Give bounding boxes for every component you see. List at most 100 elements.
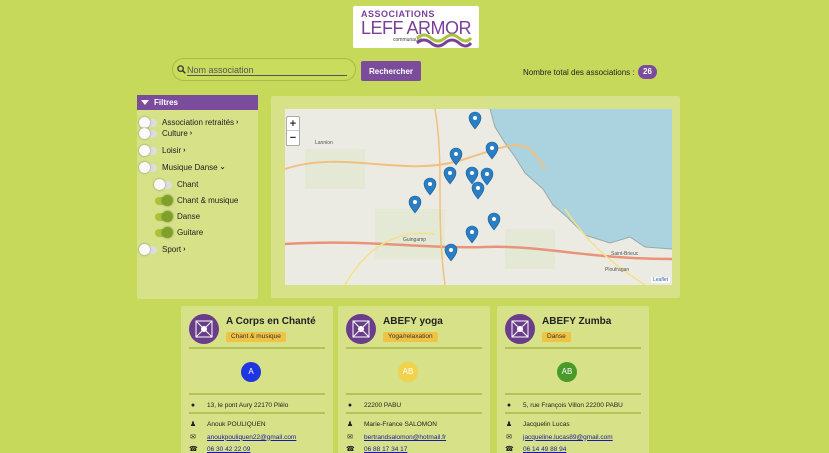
- map-marker-icon[interactable]: [444, 243, 458, 262]
- filter-toggle[interactable]: [155, 195, 173, 206]
- map-view[interactable]: Lannion Guingamp Saint-Brieuc Ploufragan: [285, 109, 672, 285]
- location-pin-icon: ●: [190, 402, 196, 409]
- map-marker-icon[interactable]: [443, 166, 457, 185]
- association-card: A Corps en Chanté Chant & musique A ● 13, le…: [181, 306, 333, 453]
- contact-name: Jacquelin Lucas: [523, 420, 570, 428]
- map-marker-dot: [492, 217, 496, 221]
- filters-panel: Filtres Association retraités › Culture › Lo…: [137, 95, 258, 299]
- category-tag: Yoga/relaxation: [383, 332, 438, 342]
- filters-header[interactable]: Filtres: [137, 95, 258, 110]
- filter-toggle[interactable]: [139, 117, 157, 128]
- contact-name: Marie-France SALOMON: [364, 420, 437, 428]
- zoom-out-button[interactable]: −: [287, 131, 299, 145]
- map-marker-icon[interactable]: [465, 225, 479, 244]
- contact-initial-badge: AB: [557, 362, 577, 382]
- filter-item[interactable]: Chant: [154, 179, 199, 191]
- map-marker-icon[interactable]: [485, 141, 499, 160]
- zoom-control: + −: [286, 116, 300, 146]
- map-marker-icon[interactable]: [423, 177, 437, 196]
- chevron-icon[interactable]: ›: [236, 117, 238, 129]
- site-logo[interactable]: ASSOCIATIONS LEFF ARMOR communauté: [353, 6, 479, 48]
- email-line: ✉ anoukpouliquen22@gmail.com: [189, 433, 296, 442]
- toggle-knob: [139, 162, 150, 173]
- contact-initial-badge: AB: [398, 362, 418, 382]
- filter-toggle[interactable]: [139, 162, 157, 173]
- map-marker-icon[interactable]: [471, 181, 485, 200]
- association-logo-icon: [195, 320, 213, 338]
- map-marker-icon[interactable]: [487, 212, 501, 231]
- association-logo-icon: [511, 320, 529, 338]
- chevron-icon[interactable]: ⌄: [220, 162, 226, 174]
- filter-item[interactable]: Danse: [155, 211, 200, 223]
- zoom-in-button[interactable]: +: [287, 117, 299, 131]
- collapse-triangle-icon: [141, 100, 149, 105]
- search-button[interactable]: Rechercher: [361, 61, 421, 81]
- filter-toggle[interactable]: [139, 128, 157, 139]
- email-link[interactable]: bertrandsalomon@hotmail.fr: [364, 434, 446, 441]
- total-count-badge: 26: [638, 65, 657, 79]
- filter-item[interactable]: Musique Danse ⌄: [139, 162, 226, 174]
- divider: [189, 347, 325, 349]
- filter-label: Loisir: [162, 146, 182, 155]
- address-line: ● 22200 PABU: [346, 402, 401, 409]
- association-card: ABEFY Zumba Danse AB ● 5, rue François Villo…: [497, 306, 649, 453]
- divider: [505, 393, 641, 395]
- search-box: [172, 58, 356, 81]
- filter-item[interactable]: Sport ›: [139, 244, 185, 256]
- divider: [189, 412, 325, 414]
- map-marker-dot: [490, 146, 494, 150]
- map-marker-icon[interactable]: [468, 111, 482, 130]
- place-label: Saint-Brieuc: [611, 251, 639, 257]
- field-area: [305, 149, 365, 189]
- contact-line: ♟ Anouk POULIQUEN: [189, 420, 266, 429]
- phone-line: ☎ 06 30 42 22 09: [189, 445, 250, 453]
- category-tag: Danse: [542, 332, 571, 342]
- toggle-knob: [154, 179, 165, 190]
- sea-area: [490, 109, 672, 249]
- map-marker-icon[interactable]: [480, 167, 494, 186]
- search-icon: [177, 65, 186, 74]
- address-text: 5, rue François Villon 22200 PABU: [523, 402, 623, 409]
- phone-link[interactable]: 06 30 42 22 09: [207, 446, 250, 453]
- person-icon: ♟: [189, 421, 197, 428]
- filter-toggle[interactable]: [155, 227, 173, 238]
- address-line: ● 13, le pont Aury 22170 Plélo: [189, 402, 288, 409]
- divider: [505, 412, 641, 414]
- filter-item[interactable]: Loisir ›: [139, 145, 185, 157]
- association-logo-icon: [352, 320, 370, 338]
- association-name[interactable]: ABEFY Zumba: [542, 316, 611, 327]
- association-name[interactable]: A Corps en Chanté: [226, 316, 316, 327]
- map-marker-dot: [473, 116, 477, 120]
- filter-item[interactable]: Chant & musique: [155, 195, 238, 207]
- phone-icon: ☎: [346, 446, 355, 453]
- association-avatar: [505, 314, 535, 344]
- filter-toggle[interactable]: [139, 244, 157, 255]
- phone-link[interactable]: 06 88 17 34 17: [364, 446, 407, 453]
- chevron-icon[interactable]: ›: [190, 128, 192, 140]
- phone-icon: ☎: [505, 446, 514, 453]
- toggle-knob: [139, 128, 150, 139]
- filter-toggle[interactable]: [155, 211, 173, 222]
- filter-item[interactable]: Guitare: [155, 227, 203, 239]
- chevron-icon[interactable]: ›: [183, 244, 185, 256]
- association-avatar: [346, 314, 376, 344]
- email-link[interactable]: anoukpouliquen22@gmail.com: [207, 434, 296, 441]
- mail-icon: ✉: [347, 434, 353, 441]
- filter-label: Chant: [177, 180, 199, 189]
- map-marker-dot: [454, 152, 458, 156]
- phone-link[interactable]: 06 14 49 88 94: [523, 446, 566, 453]
- map-attribution[interactable]: Leaflet: [651, 277, 671, 283]
- map-marker-icon[interactable]: [465, 166, 479, 185]
- search-underline: [187, 75, 347, 76]
- divider: [346, 412, 482, 414]
- filter-toggle[interactable]: [139, 145, 157, 156]
- place-label: Ploufragan: [605, 267, 629, 273]
- chevron-icon[interactable]: ›: [183, 145, 185, 157]
- toggle-knob: [139, 145, 150, 156]
- filter-item[interactable]: Culture ›: [139, 128, 192, 140]
- email-line: ✉ bertrandsalomon@hotmail.fr: [346, 433, 446, 442]
- email-link[interactable]: jacqueline.lucas89@gmail.com: [523, 434, 613, 441]
- filter-toggle[interactable]: [154, 179, 172, 190]
- association-name[interactable]: ABEFY yoga: [383, 316, 443, 327]
- filter-label: Guitare: [177, 228, 204, 237]
